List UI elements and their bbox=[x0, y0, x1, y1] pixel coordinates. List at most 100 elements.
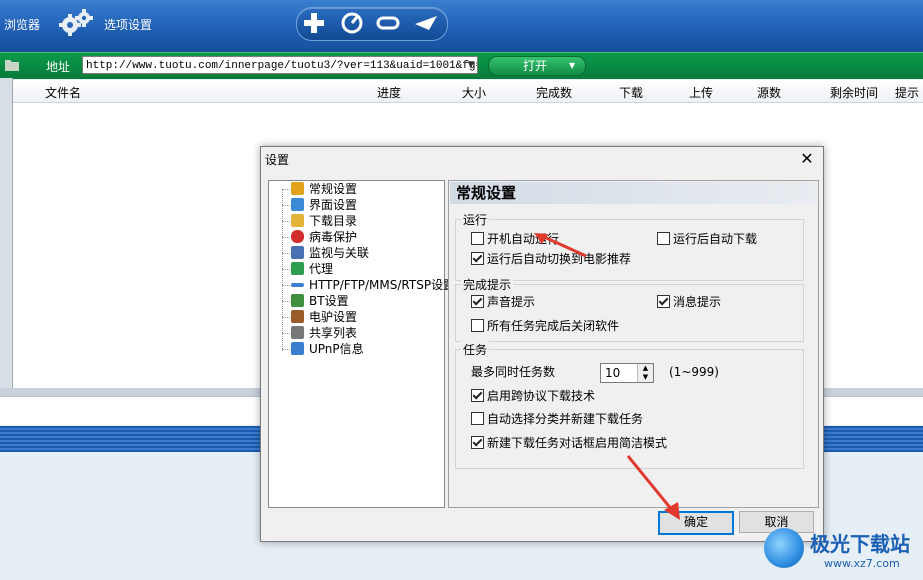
tree-label: HTTP/FTP/MMS/RTSP设置 bbox=[309, 278, 456, 292]
stepper-buttons: ▲ ▼ bbox=[637, 364, 653, 382]
donkey-icon bbox=[291, 310, 304, 323]
column-sources[interactable]: 源数 bbox=[757, 84, 781, 101]
tree-item-bt[interactable]: BT设置 bbox=[291, 293, 349, 309]
close-all-label: 所有任务完成后关闭软件 bbox=[487, 319, 620, 333]
address-label: 地址 bbox=[46, 60, 71, 74]
run-group bbox=[455, 219, 804, 281]
open-button[interactable]: 打开 ▼ bbox=[488, 56, 586, 76]
open-button-label: 打开 bbox=[523, 59, 548, 73]
dialog-title: 设置 bbox=[265, 153, 290, 167]
column-progress[interactable]: 进度 bbox=[377, 84, 401, 101]
gear-icon[interactable] bbox=[56, 8, 96, 40]
cross-protocol-checkbox[interactable]: 启用跨协议下载技术 bbox=[471, 389, 595, 403]
max-tasks-range: (1~999) bbox=[669, 365, 719, 379]
folder-icon[interactable] bbox=[4, 58, 20, 72]
tree-label: UPnP信息 bbox=[309, 342, 364, 356]
tree-label: 常规设置 bbox=[309, 182, 358, 196]
column-hint[interactable]: 提示 bbox=[895, 84, 919, 101]
tree-label: 界面设置 bbox=[309, 198, 358, 212]
checkbox-box[interactable] bbox=[657, 232, 670, 245]
upnp-icon bbox=[291, 342, 304, 355]
message-checkbox[interactable]: 消息提示 bbox=[657, 295, 721, 309]
send-icon[interactable] bbox=[411, 8, 441, 38]
protocol-icon bbox=[291, 283, 304, 287]
open-dropdown-icon[interactable]: ▼ bbox=[569, 57, 575, 75]
watermark-name: 极光下载站 bbox=[810, 532, 910, 556]
column-download[interactable]: 下载 bbox=[619, 84, 643, 101]
tree-label: 下载目录 bbox=[309, 214, 358, 228]
tree-label: 电驴设置 bbox=[309, 310, 358, 324]
checkbox-box[interactable] bbox=[657, 295, 670, 308]
watermark: 极光下载站 www.xz7.com bbox=[764, 526, 916, 576]
column-size[interactable]: 大小 bbox=[462, 84, 486, 101]
tree-label: 病毒保护 bbox=[309, 230, 358, 244]
task-group-label: 任务 bbox=[461, 341, 490, 358]
simple-mode-checkbox[interactable]: 新建下载任务对话框启用简洁模式 bbox=[471, 436, 667, 450]
aurora-logo-icon bbox=[764, 528, 804, 568]
settings-tree: 常规设置 界面设置 下载目录 病毒保护 监视与关联 代理 HTTP/FTP/MM… bbox=[268, 180, 455, 508]
checkbox-box[interactable] bbox=[471, 295, 484, 308]
panel-title: 常规设置 bbox=[450, 182, 817, 204]
checkbox-box[interactable] bbox=[471, 232, 484, 245]
proxy-icon bbox=[291, 262, 304, 275]
checkbox-box[interactable] bbox=[471, 412, 484, 425]
address-input[interactable]: http://www.tuotu.com/innerpage/tuotu3/?v… bbox=[82, 56, 478, 74]
cross-protocol-label: 启用跨协议下载技术 bbox=[487, 389, 596, 403]
tree-item-share-list[interactable]: 共享列表 bbox=[291, 325, 357, 341]
annotation-arrow-icon bbox=[534, 233, 587, 258]
tree-item-download-dir[interactable]: 下载目录 bbox=[291, 213, 357, 229]
watermark-url: www.xz7.com bbox=[824, 557, 900, 570]
gear-icon bbox=[291, 182, 304, 195]
auto-download-checkbox[interactable]: 运行后自动下载 bbox=[657, 232, 757, 246]
sound-checkbox[interactable]: 声音提示 bbox=[471, 295, 535, 309]
checkbox-box[interactable] bbox=[471, 436, 484, 449]
auto-classify-label: 自动选择分类并新建下载任务 bbox=[487, 412, 644, 426]
add-icon[interactable] bbox=[299, 8, 329, 38]
minus-icon[interactable] bbox=[373, 8, 403, 38]
max-tasks-value[interactable]: 10 bbox=[605, 365, 620, 381]
browser-button[interactable]: 浏览器 bbox=[4, 16, 40, 33]
shield-icon bbox=[291, 230, 304, 243]
settings-dialog: 设置 ✕ 常规设置 界面设置 下载目录 病毒保护 监视与关联 代理 HTTP/F… bbox=[260, 146, 824, 542]
bt-icon bbox=[291, 294, 304, 307]
chevron-down-icon[interactable]: ▼ bbox=[464, 57, 478, 73]
stepper-up-icon[interactable]: ▲ bbox=[638, 364, 653, 373]
tree-item-protocols[interactable]: HTTP/FTP/MMS/RTSP设置 bbox=[291, 277, 455, 293]
checkbox-box[interactable] bbox=[471, 252, 484, 265]
main-toolbar: 浏览器 选项设置 bbox=[0, 0, 923, 52]
tree-item-general[interactable]: 常规设置 bbox=[291, 181, 357, 197]
list-header: 文件名 进度 大小 完成数 下载 上传 源数 剩余时间 提示 bbox=[13, 80, 923, 103]
close-icon[interactable]: ✕ bbox=[797, 149, 817, 169]
annotation-arrow-icon bbox=[626, 455, 680, 520]
options-settings-button[interactable]: 选项设置 bbox=[104, 16, 152, 33]
tree-label: 监视与关联 bbox=[309, 246, 370, 260]
max-tasks-stepper[interactable]: 10 ▲ ▼ bbox=[600, 363, 654, 383]
column-completed[interactable]: 完成数 bbox=[536, 84, 572, 101]
tree-item-interface[interactable]: 界面设置 bbox=[291, 197, 357, 213]
interface-icon bbox=[291, 198, 304, 211]
auto-download-label: 运行后自动下载 bbox=[673, 232, 758, 246]
column-remaining-time[interactable]: 剩余时间 bbox=[830, 84, 878, 101]
close-all-checkbox[interactable]: 所有任务完成后关闭软件 bbox=[471, 319, 619, 333]
checkbox-box[interactable] bbox=[471, 389, 484, 402]
tree-item-proxy[interactable]: 代理 bbox=[291, 261, 333, 277]
share-list-icon bbox=[291, 326, 304, 339]
tree-label: BT设置 bbox=[309, 294, 349, 308]
column-upload[interactable]: 上传 bbox=[689, 84, 713, 101]
monitor-icon bbox=[291, 246, 304, 259]
speed-dial-icon[interactable] bbox=[337, 8, 367, 38]
sound-label: 声音提示 bbox=[487, 295, 536, 309]
tree-label: 共享列表 bbox=[309, 326, 358, 340]
tree-item-virus[interactable]: 病毒保护 bbox=[291, 229, 357, 245]
quick-action-bar bbox=[296, 7, 448, 41]
notify-group-label: 完成提示 bbox=[461, 276, 514, 293]
tree-item-upnp[interactable]: UPnP信息 bbox=[291, 341, 364, 357]
message-label: 消息提示 bbox=[673, 295, 722, 309]
max-tasks-label: 最多同时任务数 bbox=[471, 365, 556, 379]
checkbox-box[interactable] bbox=[471, 319, 484, 332]
tree-item-emule[interactable]: 电驴设置 bbox=[291, 309, 357, 325]
tree-item-monitor[interactable]: 监视与关联 bbox=[291, 245, 369, 261]
column-filename[interactable]: 文件名 bbox=[45, 84, 81, 101]
stepper-down-icon[interactable]: ▼ bbox=[638, 373, 653, 382]
auto-classify-checkbox[interactable]: 自动选择分类并新建下载任务 bbox=[471, 412, 643, 426]
